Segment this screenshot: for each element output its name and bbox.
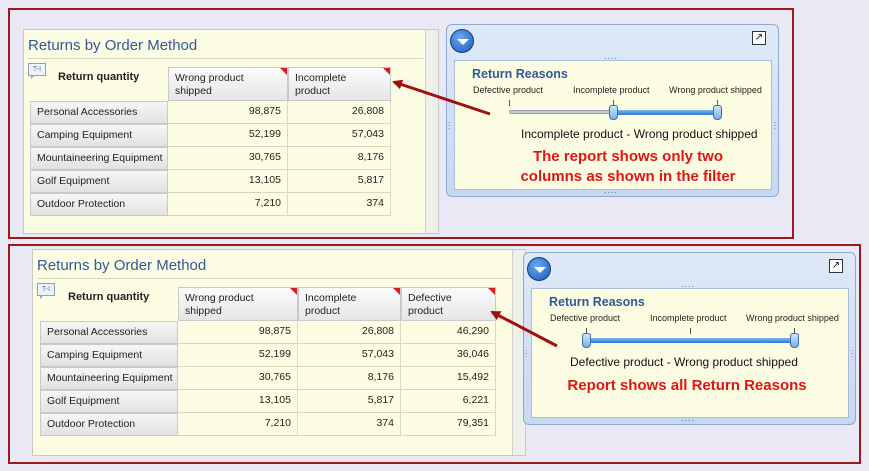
arrow-bottom <box>490 310 558 348</box>
arrow-top <box>392 79 491 116</box>
arrows-overlay <box>392 79 558 348</box>
